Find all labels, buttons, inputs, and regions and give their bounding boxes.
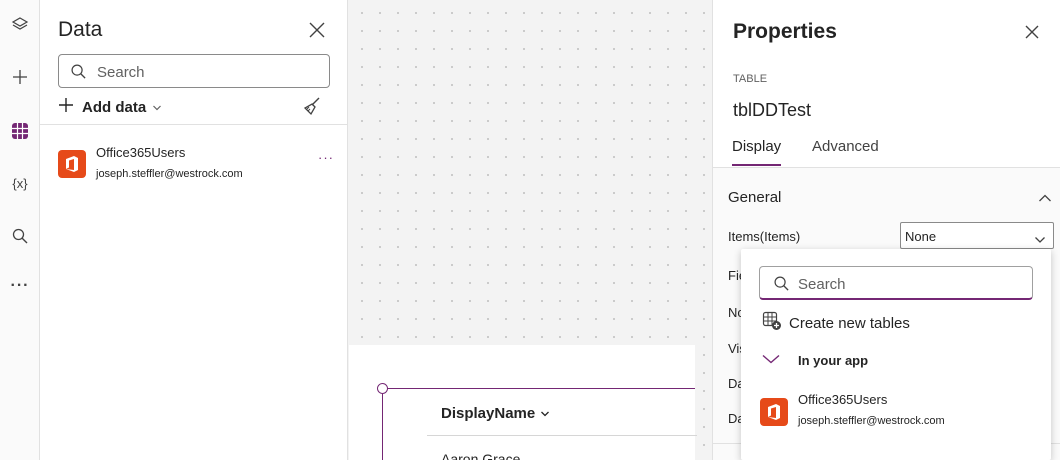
divider	[427, 435, 697, 436]
search-rail-button[interactable]	[0, 221, 40, 251]
office365-icon	[58, 150, 86, 178]
close-icon	[307, 22, 327, 44]
close-icon	[1023, 25, 1041, 45]
add-data-label: Add data	[82, 98, 147, 116]
connection-name: Office365Users	[96, 145, 186, 160]
connection-name: Office365Users	[798, 392, 888, 407]
tab-display[interactable]: Display	[732, 138, 782, 166]
control-type-label: TABLE	[733, 73, 768, 85]
broom-icon	[302, 97, 322, 120]
data-button[interactable]	[0, 116, 40, 146]
list-item[interactable]: Office365Users joseph.steffler@westrock.…	[40, 138, 347, 186]
data-pane-title: Data	[58, 18, 103, 41]
add-data-button[interactable]: Add data	[58, 96, 162, 118]
search-placeholder: Search	[97, 64, 145, 81]
search-icon	[70, 63, 87, 85]
property-label-items: Items(Items)	[728, 229, 801, 244]
connection-account: joseph.steffler@westrock.com	[96, 168, 243, 180]
tree-view-button[interactable]	[0, 10, 40, 40]
group-header-in-your-app[interactable]: In your app	[762, 351, 868, 369]
collapse-section-button[interactable]	[1038, 190, 1052, 208]
more-options-button[interactable]: ···	[318, 150, 334, 165]
divider	[40, 124, 347, 125]
chevron-up-icon	[1038, 190, 1052, 207]
left-rail: {x} ···	[0, 0, 40, 460]
variables-button[interactable]: {x}	[0, 168, 40, 198]
connection-account: joseph.steffler@westrock.com	[798, 415, 945, 427]
layers-icon	[11, 16, 29, 34]
properties-title: Properties	[733, 20, 837, 43]
more-rail-button[interactable]: ···	[0, 271, 40, 301]
plus-icon	[11, 68, 29, 86]
table-control[interactable]: DisplayName Aaron Grace	[377, 383, 697, 460]
items-dropdown-menu: Search Create new tables In your app Off…	[741, 249, 1051, 460]
column-header[interactable]: DisplayName	[441, 405, 550, 422]
create-new-tables-label: Create new tables	[789, 315, 910, 332]
close-data-pane-button[interactable]	[307, 20, 327, 40]
column-header-label: DisplayName	[441, 405, 536, 422]
resize-handle[interactable]	[377, 383, 388, 394]
insert-button[interactable]	[0, 62, 40, 92]
data-pane: Data Search Add data Office365Users jose…	[40, 0, 348, 460]
data-search-input[interactable]: Search	[58, 54, 330, 88]
design-canvas[interactable]: DisplayName Aaron Grace	[349, 0, 712, 460]
search-placeholder: Search	[798, 276, 846, 293]
table-add-icon	[762, 311, 782, 336]
chevron-down-icon	[152, 99, 162, 117]
create-new-tables-button[interactable]: Create new tables	[762, 311, 910, 336]
tab-advanced[interactable]: Advanced	[812, 138, 879, 164]
chevron-down-icon	[762, 351, 780, 369]
office365-icon	[760, 398, 788, 426]
app-screen[interactable]: DisplayName Aaron Grace	[349, 345, 697, 460]
more-icon: ···	[10, 277, 30, 294]
clear-unused-button[interactable]	[302, 96, 322, 121]
close-properties-button[interactable]	[1023, 23, 1041, 46]
chevron-down-icon	[1034, 231, 1046, 249]
search-icon	[773, 275, 790, 297]
items-selected-value: None	[905, 229, 937, 244]
chevron-down-icon	[540, 405, 550, 422]
list-item[interactable]: Office365Users joseph.steffler@westrock.…	[741, 387, 1051, 433]
items-dropdown[interactable]: None	[900, 222, 1054, 249]
data-grid-icon	[11, 122, 29, 140]
section-title-general: General	[728, 189, 782, 206]
variables-icon: {x}	[12, 175, 28, 191]
dropdown-search-input[interactable]: Search	[759, 266, 1033, 300]
group-label: In your app	[798, 352, 869, 368]
plus-icon	[58, 97, 74, 118]
search-icon	[11, 227, 29, 245]
table-cell: Aaron Grace	[441, 451, 521, 460]
control-name: tblDDTest	[733, 100, 812, 120]
